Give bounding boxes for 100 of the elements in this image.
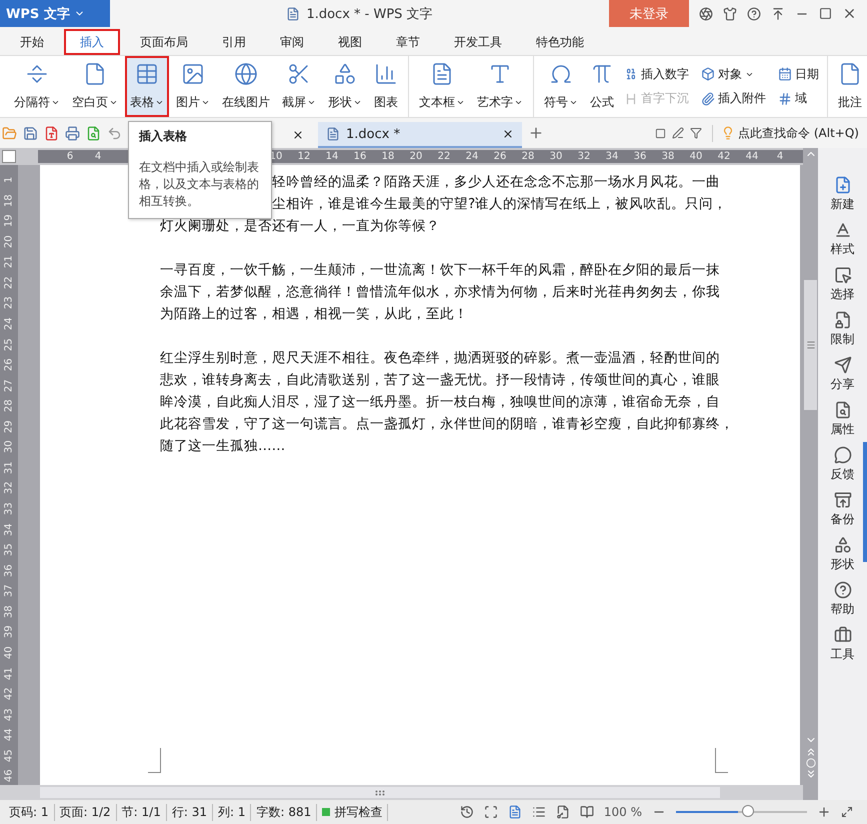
ruler-number: 32 xyxy=(576,151,592,162)
horizontal-scroll-thumb[interactable] xyxy=(40,787,720,798)
outline-view-icon[interactable] xyxy=(532,805,546,819)
ribbon-tab[interactable]: 页面布局 xyxy=(126,29,202,55)
side-panel-button[interactable]: 限制 xyxy=(830,311,854,348)
ribbon-tab[interactable]: 开始 xyxy=(6,29,58,55)
document-tab[interactable]: 1.docx * xyxy=(318,122,522,148)
ribbon-small-button[interactable]: 插入数字 xyxy=(622,62,691,86)
side-panel-button[interactable]: 分享 xyxy=(830,356,854,393)
document-text-line: 眸冷漠，自此痴人泪尽，湿了这一纸丹墨。折一枝白梅，独嗅世间的凉薄，谁宿命无奈，自 xyxy=(160,393,720,412)
object-icon xyxy=(701,67,715,82)
ribbon-small-button[interactable]: 日期 xyxy=(776,62,821,86)
page-view-icon[interactable] xyxy=(508,805,522,819)
zoom-in-icon[interactable] xyxy=(817,805,831,819)
document-text-line: 随了这一生孤独…… xyxy=(160,437,286,456)
ribbon-small-button[interactable]: 插入附件 xyxy=(699,86,768,111)
ruler-number: 14 xyxy=(324,151,340,162)
caret-icon xyxy=(456,98,465,107)
tooltip-text: 在文档中插入或绘制表格，以及文本与表格的相互转换。 xyxy=(139,159,260,210)
ribbon-button[interactable]: 图表 xyxy=(369,56,403,117)
ribbon-tab[interactable]: 审阅 xyxy=(266,29,318,55)
maximize-icon[interactable] xyxy=(819,7,832,20)
undo-icon[interactable] xyxy=(107,126,122,140)
ribbon-tab[interactable]: 开发工具 xyxy=(440,29,516,55)
ribbon-button[interactable]: 形状 xyxy=(323,56,367,117)
side-panel-button[interactable]: 帮助 xyxy=(830,581,854,618)
side-panel-button[interactable]: 选择 xyxy=(830,266,854,303)
ribbon-button[interactable]: 公式 xyxy=(585,56,619,117)
ribbon-button[interactable]: 艺术字 xyxy=(472,56,528,117)
ribbon-button[interactable]: 图片 xyxy=(171,56,215,117)
side-panel-button[interactable]: 备份 xyxy=(830,491,854,528)
side-panel-button[interactable]: 工具 xyxy=(830,626,854,663)
fit-window-icon[interactable] xyxy=(841,806,853,818)
help-icon[interactable] xyxy=(747,6,761,20)
print-preview-icon[interactable] xyxy=(86,126,101,140)
app-logo[interactable]: WPS 文字 xyxy=(0,0,110,27)
side-panel-button[interactable]: 属性 xyxy=(830,401,854,438)
ribbon-button[interactable]: 表格 xyxy=(125,56,169,117)
pdf-icon[interactable] xyxy=(44,126,59,140)
full-screen-icon[interactable] xyxy=(484,805,498,819)
document-search-icon xyxy=(834,401,852,419)
ribbon-tab[interactable]: 视图 xyxy=(324,29,376,55)
ruler-number: 36 xyxy=(2,564,16,577)
close-icon[interactable] xyxy=(292,129,304,141)
side-panel-button[interactable]: 新建 xyxy=(830,176,854,213)
text-style-icon xyxy=(834,221,852,239)
close-icon[interactable] xyxy=(842,6,857,21)
ribbon-button[interactable]: 空白页 xyxy=(67,56,123,117)
ruler-number: 36 xyxy=(632,151,648,162)
side-panel-button[interactable]: 反馈 xyxy=(830,446,854,483)
vertical-scroll-thumb[interactable] xyxy=(804,280,817,410)
help-icon xyxy=(834,581,852,599)
ribbon-small-button[interactable]: 对象 xyxy=(699,62,768,86)
ribbon-button[interactable]: 批注 xyxy=(833,56,867,117)
paperclip-icon xyxy=(701,92,715,106)
ruler-number: 40 xyxy=(688,151,704,162)
ribbon-button[interactable]: 在线图片 xyxy=(217,56,275,117)
add-tab-icon[interactable] xyxy=(528,125,544,141)
history-icon[interactable] xyxy=(460,805,474,819)
side-panel-button[interactable]: 形状 xyxy=(830,536,854,573)
square-icon[interactable] xyxy=(655,128,666,138)
print-icon[interactable] xyxy=(65,126,80,140)
ruler-number: 27 xyxy=(2,379,16,392)
reading-view-icon[interactable] xyxy=(580,805,594,819)
ribbon-tab[interactable]: 引用 xyxy=(208,29,260,55)
side-panel-button[interactable]: 样式 xyxy=(830,221,854,258)
ruler-number: 25 xyxy=(2,338,16,351)
status-text: 页面: 1/2 xyxy=(54,804,117,820)
ruler-number: 29 xyxy=(2,420,16,433)
ribbon-tab[interactable]: 特色功能 xyxy=(522,29,598,55)
caret-icon xyxy=(109,98,118,107)
ruler-number: 34 xyxy=(2,522,16,536)
bar-chart-icon xyxy=(374,62,398,86)
close-icon[interactable] xyxy=(502,128,514,140)
tab-stop-corner[interactable] xyxy=(2,150,16,163)
save-icon[interactable] xyxy=(23,126,38,140)
new-document-icon xyxy=(834,176,852,194)
web-view-icon[interactable] xyxy=(556,805,570,819)
shirt-icon[interactable] xyxy=(723,6,737,20)
ribbon-tab[interactable]: 插入 xyxy=(64,29,120,55)
ruler-number: 40 xyxy=(2,646,16,660)
document-text-line: 红尘浮生别时意，咫尺天涯不相往。夜色牵绊，抛洒斑驳的碎影。煮一壶温酒，轻酌世间的 xyxy=(160,349,720,368)
ribbon-button[interactable]: 分隔符 xyxy=(9,56,65,117)
aperture-icon[interactable] xyxy=(699,6,713,20)
ribbon-tab[interactable]: 章节 xyxy=(382,29,434,55)
ruler-number: 38 xyxy=(660,151,676,162)
filter-icon[interactable] xyxy=(690,127,702,139)
pen-icon[interactable] xyxy=(672,127,684,139)
ruler-number: 23 xyxy=(2,296,16,310)
number-icon xyxy=(624,67,638,82)
ribbon-small-button[interactable]: 域 xyxy=(776,86,821,111)
spell-check-toggle[interactable]: 拼写检查 xyxy=(317,804,388,820)
ribbon-button[interactable]: 符号 xyxy=(539,56,583,117)
command-search[interactable]: 点此查找命令 (Alt+Q) xyxy=(712,124,867,142)
ruler-number: 28 xyxy=(2,400,16,412)
slider-thumb[interactable] xyxy=(742,805,754,817)
ribbon-button[interactable]: 截屏 xyxy=(277,56,321,117)
caret-icon xyxy=(569,98,578,107)
ribbon-button[interactable]: 文本框 xyxy=(414,56,470,117)
upload-icon[interactable] xyxy=(771,6,785,20)
